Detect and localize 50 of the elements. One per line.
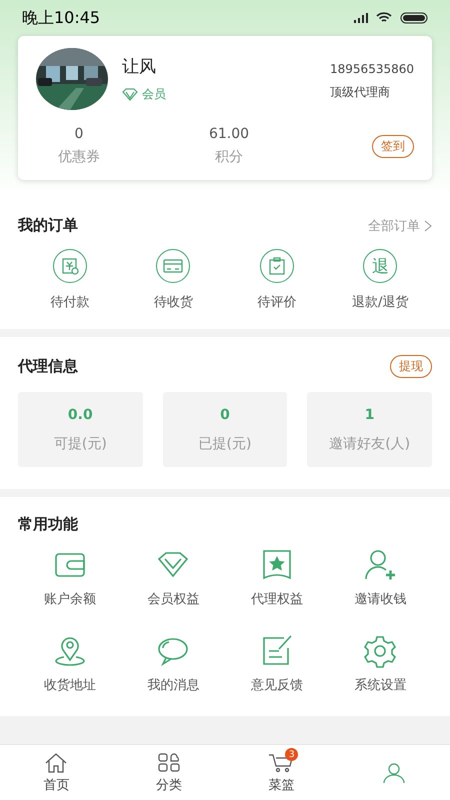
section-title: 代理信息 bbox=[18, 357, 78, 376]
section-title: 常用功能 bbox=[18, 515, 78, 534]
chevron-right-icon bbox=[424, 220, 432, 232]
tab[interactable]: 菜篮 3 bbox=[225, 745, 338, 800]
stat-value: 0 bbox=[220, 406, 230, 422]
user-name: 让风 bbox=[122, 56, 157, 78]
order-status-label[interactable]: 退款/退货 bbox=[352, 293, 408, 311]
signal-icon bbox=[354, 13, 368, 23]
cart-count-badge: 3 bbox=[285, 748, 298, 761]
phone-number: 18956535860 bbox=[330, 62, 414, 76]
function-label[interactable]: 账户余额 bbox=[44, 590, 96, 608]
section-title: 我的订单 bbox=[18, 216, 78, 235]
stat-label: 积分 bbox=[215, 148, 243, 166]
function-label[interactable]: 收货地址 bbox=[44, 676, 96, 694]
function-label[interactable]: 我的消息 bbox=[147, 676, 200, 694]
order-status-label[interactable]: 待评价 bbox=[257, 293, 296, 311]
stat-value: 0.0 bbox=[68, 406, 93, 422]
withdraw-button[interactable]: 提现 bbox=[390, 355, 432, 378]
stat-value: 1 bbox=[364, 406, 375, 422]
refund-icon: 退 bbox=[363, 249, 398, 283]
function-label[interactable]: 代理权益 bbox=[250, 590, 303, 608]
tab[interactable]: 首页 bbox=[0, 745, 112, 800]
cart-icon bbox=[268, 752, 294, 774]
stat-label: 邀请好友(人) bbox=[329, 434, 410, 452]
status-time: 晚上10:45 bbox=[22, 8, 100, 28]
stat-label: 优惠券 bbox=[58, 148, 100, 166]
function-label[interactable]: 系统设置 bbox=[354, 676, 406, 694]
add-user-icon bbox=[363, 548, 398, 582]
order-status-label[interactable]: 待付款 bbox=[50, 293, 90, 311]
function-label[interactable]: 邀请收钱 bbox=[354, 590, 406, 608]
function-label[interactable]: 意见反馈 bbox=[250, 676, 303, 694]
diamond-icon bbox=[122, 88, 138, 101]
wifi-icon bbox=[376, 12, 392, 24]
battery-icon bbox=[400, 12, 428, 24]
stat-value: 0 bbox=[74, 126, 84, 142]
user-icon bbox=[380, 762, 407, 784]
settings-icon bbox=[363, 634, 398, 668]
order-status-label[interactable]: 待收货 bbox=[154, 293, 193, 311]
sign-in-button[interactable]: 签到 bbox=[372, 134, 414, 158]
stat-label: 已提(元) bbox=[198, 434, 252, 452]
member-label: 会员 bbox=[142, 86, 166, 103]
clipboard-check-icon bbox=[260, 249, 294, 283]
agent-level: 顶级代理商 bbox=[330, 84, 392, 101]
payment-icon bbox=[52, 249, 87, 283]
card-icon bbox=[156, 249, 190, 283]
function-label[interactable]: 会员权益 bbox=[147, 590, 200, 608]
tab[interactable]: 分类 bbox=[112, 745, 225, 800]
stat-label: 可提(元) bbox=[54, 434, 107, 452]
category-grid-icon bbox=[156, 752, 182, 774]
stat-value: 61.00 bbox=[208, 126, 250, 142]
